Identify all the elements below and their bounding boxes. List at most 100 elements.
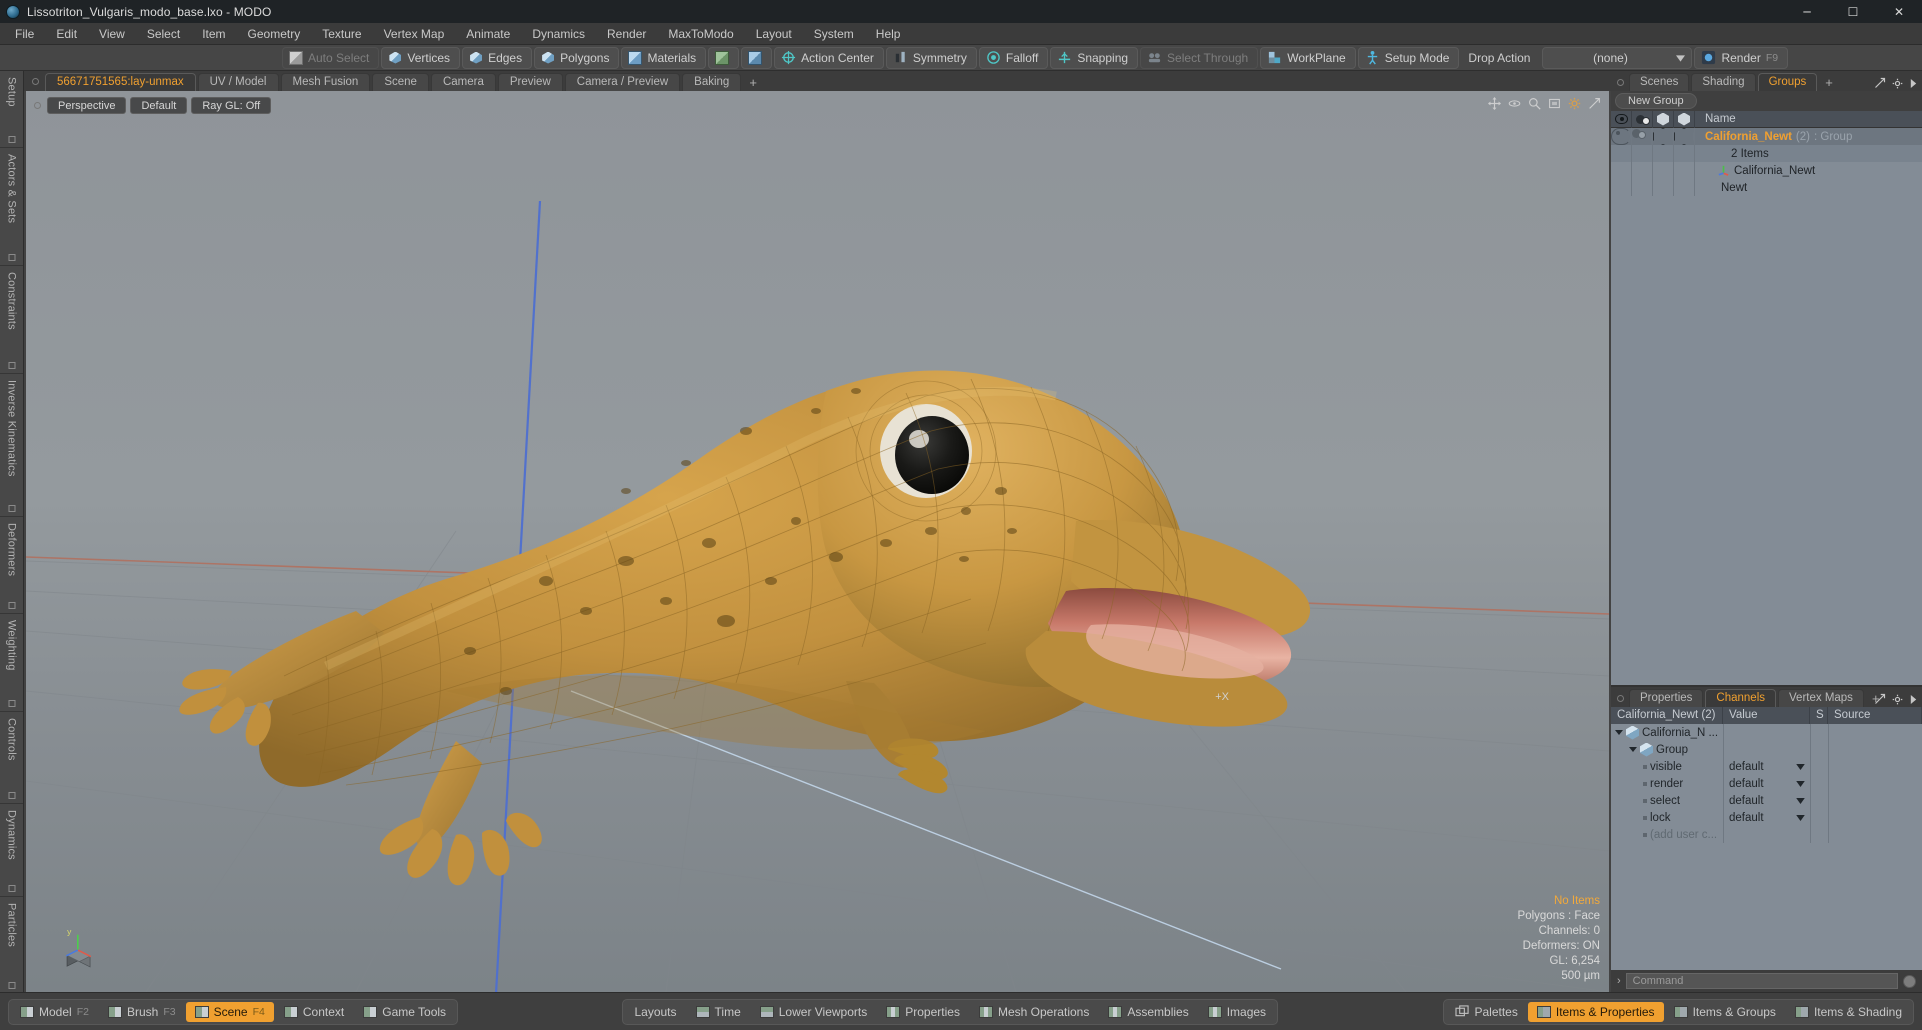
row-render-toggle[interactable] bbox=[1632, 179, 1653, 196]
toolbar-auto-select-button[interactable]: Auto Select bbox=[282, 46, 380, 69]
groups-col-select-icon[interactable] bbox=[1653, 110, 1674, 128]
viewport-shading-mode-button[interactable]: Default bbox=[130, 97, 188, 114]
groups-tree-body[interactable]: California_Newt (2): Group 2 Items Californ… bbox=[1611, 128, 1922, 685]
rail-tab-weighting[interactable]: Weighting bbox=[0, 614, 23, 712]
toolbar-drop-action-button[interactable]: Drop Action bbox=[1461, 47, 1540, 69]
row-eye-toggle[interactable] bbox=[1611, 128, 1632, 145]
axis-gizmo[interactable]: y bbox=[64, 924, 110, 970]
new-group-button[interactable]: New Group bbox=[1615, 93, 1697, 109]
channels-row-value-cell[interactable]: default bbox=[1723, 775, 1810, 792]
channels-table-row[interactable]: visible default bbox=[1611, 758, 1922, 775]
menu-item-layout[interactable]: Layout bbox=[745, 23, 803, 45]
rail-tab-deformers[interactable]: Deformers bbox=[0, 516, 23, 615]
viewport-settings-gear-icon[interactable] bbox=[1568, 97, 1581, 110]
channels-panel-menu-dot[interactable] bbox=[1617, 695, 1624, 702]
channels-table-row[interactable]: lock default bbox=[1611, 809, 1922, 826]
viewport-raygl-button[interactable]: Ray GL: Off bbox=[191, 97, 272, 114]
toolbar-snapping-button[interactable]: Snapping bbox=[1050, 46, 1139, 69]
channels-col-value[interactable]: Value bbox=[1723, 707, 1810, 724]
rail-tab-controls[interactable]: Controls bbox=[0, 711, 23, 805]
expander-caret-down-icon[interactable] bbox=[1615, 730, 1623, 735]
status-game-tools-button[interactable]: Game Tools bbox=[354, 1002, 455, 1022]
channels-tab-properties[interactable]: Properties bbox=[1629, 689, 1704, 707]
menu-item-file[interactable]: File bbox=[4, 23, 45, 45]
status-items-properties-button[interactable]: Items & Properties bbox=[1527, 1001, 1664, 1022]
toolbar-setup-mode-button[interactable]: Setup Mode bbox=[1357, 46, 1460, 69]
groups-panel-menu-dot[interactable] bbox=[1617, 79, 1624, 86]
toolbar-select-through-button[interactable]: Select Through bbox=[1140, 46, 1259, 69]
toolbar-action-center-button[interactable]: Action Center bbox=[774, 46, 884, 69]
render-button[interactable]: Render F9 bbox=[1694, 46, 1789, 69]
row-select-toggle[interactable] bbox=[1653, 179, 1674, 196]
groups-tab-groups[interactable]: Groups bbox=[1757, 73, 1818, 91]
status-time-button[interactable]: Time bbox=[687, 1002, 750, 1022]
rail-tab-actors-sets[interactable]: Actors & Sets bbox=[0, 148, 23, 266]
row-render-toggle[interactable] bbox=[1632, 162, 1653, 179]
channels-table-row[interactable]: (add user c... bbox=[1611, 826, 1922, 843]
status-properties-button[interactable]: Properties bbox=[877, 1002, 969, 1022]
groups-tab-scenes[interactable]: Scenes bbox=[1629, 73, 1690, 91]
status-scene-button[interactable]: Scene F4 bbox=[185, 1001, 274, 1022]
menu-item-animate[interactable]: Animate bbox=[455, 23, 521, 45]
channels-row-value-cell[interactable]: default bbox=[1723, 792, 1810, 809]
menu-item-geometry[interactable]: Geometry bbox=[237, 23, 312, 45]
groups-maximize-icon[interactable] bbox=[1874, 77, 1886, 89]
menu-item-item[interactable]: Item bbox=[191, 23, 236, 45]
toolbar-item-mode-icon-button[interactable] bbox=[708, 46, 740, 69]
command-input[interactable] bbox=[1625, 973, 1898, 989]
status-lower-viewports-button[interactable]: Lower Viewports bbox=[751, 1002, 877, 1022]
toolbar-center-mode-icon-button[interactable] bbox=[741, 46, 773, 69]
channels-table-body[interactable]: California_N ... Group visible default rende… bbox=[1611, 724, 1922, 970]
channels-col-s[interactable]: S bbox=[1810, 707, 1828, 724]
toolbar-symmetry-button[interactable]: Symmetry bbox=[885, 46, 977, 69]
toolbar-polygons-button[interactable]: Polygons bbox=[534, 46, 620, 69]
groups-tree-row[interactable]: California_Newt (2): Group bbox=[1611, 128, 1922, 145]
menu-item-texture[interactable]: Texture bbox=[311, 23, 372, 45]
channels-table-row[interactable]: select default bbox=[1611, 792, 1922, 809]
viewport-tab-camera-preview[interactable]: Camera / Preview bbox=[564, 73, 681, 91]
chevron-down-icon[interactable] bbox=[1796, 778, 1805, 790]
groups-tree-row[interactable]: California_Newt bbox=[1611, 162, 1922, 179]
channels-table-row[interactable]: California_N ... bbox=[1611, 724, 1922, 741]
toolbar-vertices-button[interactable]: Vertices bbox=[381, 46, 461, 69]
toolbar-materials-button[interactable]: Materials bbox=[621, 46, 707, 69]
status-palettes-button[interactable]: Palettes bbox=[1446, 1002, 1527, 1022]
channels-row-value-cell[interactable]: default bbox=[1723, 809, 1810, 826]
groups-col-lock-icon[interactable] bbox=[1674, 110, 1695, 128]
viewport-tab-scene[interactable]: Scene bbox=[372, 73, 429, 91]
groups-overflow-arrow-icon[interactable] bbox=[1909, 78, 1918, 89]
expander-caret-down-icon[interactable] bbox=[1629, 747, 1637, 752]
chevron-down-icon[interactable] bbox=[1796, 795, 1805, 807]
channels-row-value-cell[interactable]: default bbox=[1723, 758, 1810, 775]
close-button[interactable]: ✕ bbox=[1876, 0, 1922, 23]
menu-item-dynamics[interactable]: Dynamics bbox=[521, 23, 596, 45]
zoom-tool-icon[interactable] bbox=[1528, 97, 1541, 110]
channels-tab-vertex-maps[interactable]: Vertex Maps bbox=[1778, 689, 1864, 707]
drop-action-select[interactable]: (none) bbox=[1542, 46, 1693, 69]
channels-col-source[interactable]: Source bbox=[1828, 707, 1922, 724]
3d-viewport[interactable]: Perspective Default Ray GL: Off +X y No … bbox=[26, 91, 1609, 992]
minimize-button[interactable]: ─ bbox=[1784, 0, 1830, 23]
channels-table-row[interactable]: Group bbox=[1611, 741, 1922, 758]
toolbar-falloff-button[interactable]: Falloff bbox=[978, 46, 1049, 69]
groups-tree-row[interactable]: Newt bbox=[1611, 179, 1922, 196]
channels-maximize-icon[interactable] bbox=[1874, 693, 1886, 705]
maximize-button[interactable]: ☐ bbox=[1830, 0, 1876, 23]
toolbar-edges-button[interactable]: Edges bbox=[462, 46, 533, 69]
rotate-tool-icon[interactable] bbox=[1508, 97, 1521, 110]
channels-tab-channels[interactable]: Channels bbox=[1705, 689, 1777, 707]
viewport-view-mode-button[interactable]: Perspective bbox=[47, 97, 127, 114]
viewport-tab-uv-model[interactable]: UV / Model bbox=[197, 73, 279, 91]
menu-item-maxtomodo[interactable]: MaxToModo bbox=[657, 23, 744, 45]
row-lock-toggle[interactable] bbox=[1674, 128, 1695, 145]
command-help-icon[interactable] bbox=[1903, 974, 1916, 988]
groups-col-eye-icon[interactable] bbox=[1611, 110, 1632, 128]
status-assemblies-button[interactable]: Assemblies bbox=[1099, 1002, 1197, 1022]
groups-col-render-icon[interactable] bbox=[1632, 110, 1653, 128]
viewport-tab-menu-dot[interactable] bbox=[32, 78, 39, 85]
status-context-button[interactable]: Context bbox=[275, 1002, 353, 1022]
status-brush-button[interactable]: Brush F3 bbox=[99, 1002, 185, 1022]
channels-table-row[interactable]: render default bbox=[1611, 775, 1922, 792]
chevron-down-icon[interactable] bbox=[1796, 761, 1805, 773]
chevron-down-icon[interactable] bbox=[1796, 812, 1805, 824]
